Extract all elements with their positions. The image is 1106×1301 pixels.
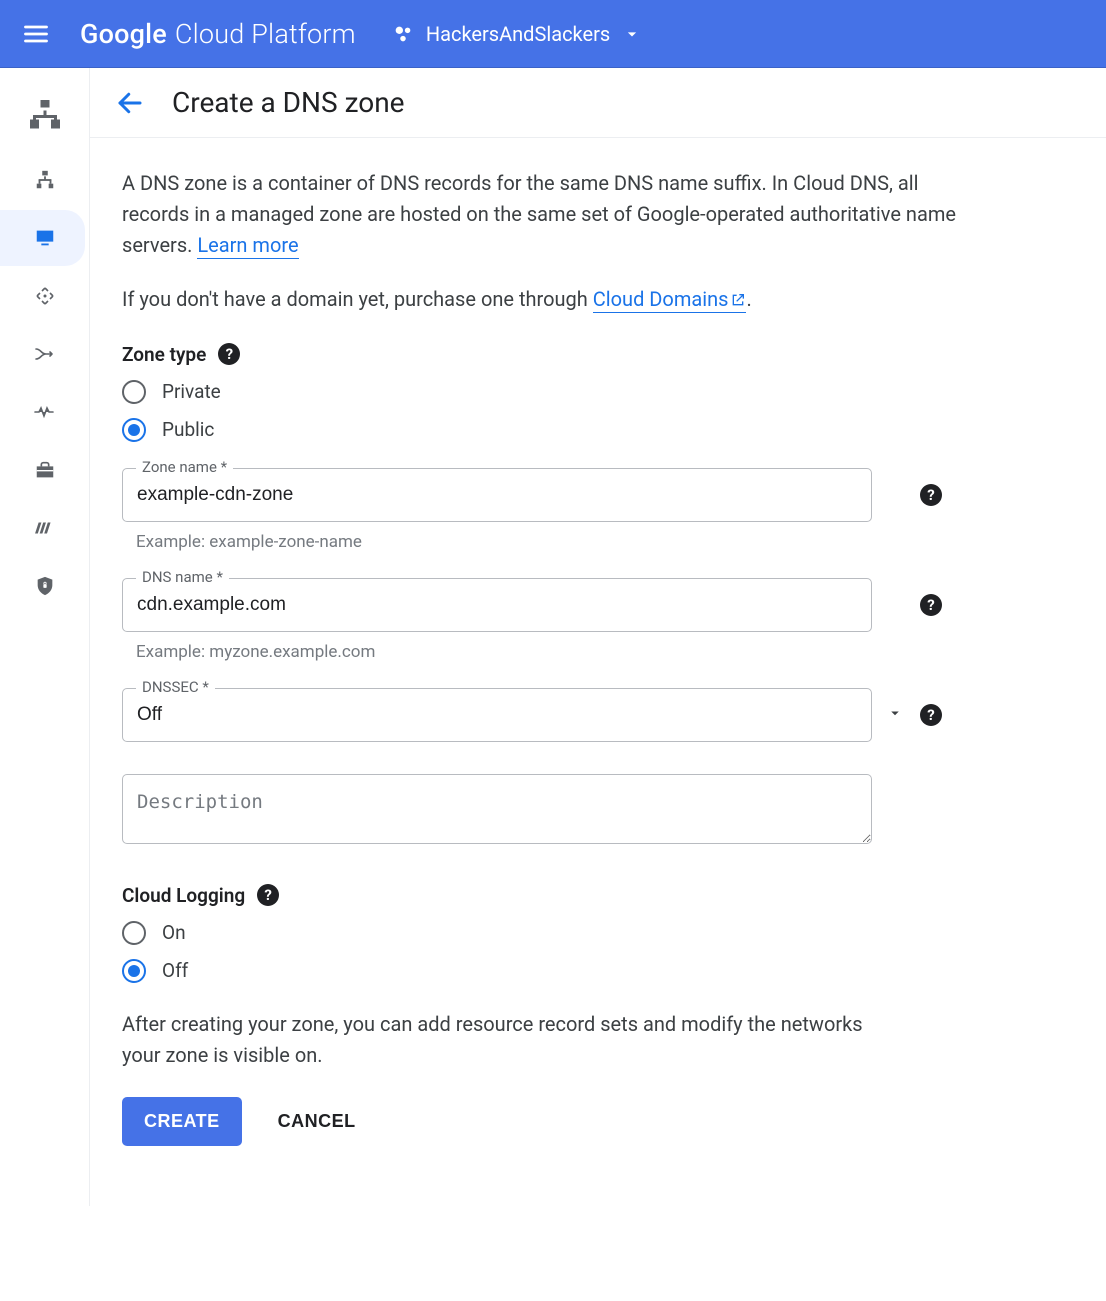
bars-icon	[34, 517, 56, 539]
sidebar-item-merge[interactable]	[5, 326, 85, 382]
sitemap-small-icon	[34, 169, 56, 191]
field-label: DNS name *	[136, 568, 229, 586]
radio-icon	[122, 380, 146, 404]
dnssec-select[interactable]	[122, 688, 872, 742]
cloud-logging-label: Cloud Logging ?	[122, 884, 958, 907]
zone-type-private-radio[interactable]: Private	[122, 380, 958, 404]
help-icon[interactable]: ?	[920, 594, 942, 616]
radio-label: Public	[162, 418, 214, 441]
page-header: Create a DNS zone	[90, 68, 1106, 138]
post-note: After creating your zone, you can add re…	[122, 1009, 872, 1071]
external-link-icon	[730, 289, 746, 313]
dns-name-helper: Example: myzone.example.com	[136, 642, 958, 662]
radio-icon	[122, 959, 146, 983]
zone-name-helper: Example: example-zone-name	[136, 532, 958, 552]
help-icon[interactable]: ?	[920, 704, 942, 726]
cloud-domains-link[interactable]: Cloud Domains	[593, 287, 747, 313]
subintro-post: .	[746, 287, 751, 311]
help-icon[interactable]: ?	[218, 343, 240, 365]
shield-icon	[34, 575, 56, 597]
cancel-button[interactable]: CANCEL	[270, 1097, 364, 1146]
cloud-logging-off-radio[interactable]: Off	[122, 959, 958, 983]
sidebar	[0, 68, 90, 1206]
field-label: DNSSEC *	[136, 678, 215, 696]
learn-more-link[interactable]: Learn more	[197, 233, 298, 259]
actions: CREATE CANCEL	[122, 1097, 958, 1146]
field-label: Zone name *	[136, 458, 233, 476]
page-title: Create a DNS zone	[172, 86, 405, 119]
description-textarea[interactable]	[122, 774, 872, 844]
arrow-left-icon	[115, 88, 145, 118]
chevron-down-icon	[886, 704, 904, 726]
toolbox-icon	[34, 459, 56, 481]
sidebar-item-dns[interactable]	[0, 210, 85, 266]
resistor-icon	[33, 400, 57, 424]
project-name: HackersAndSlackers	[426, 22, 610, 46]
sidebar-item-security[interactable]	[5, 558, 85, 614]
hamburger-menu-button[interactable]	[12, 10, 60, 58]
network-topology-icon	[25, 97, 65, 133]
main: Create a DNS zone A DNS zone is a contai…	[90, 68, 1106, 1206]
gcp-logo[interactable]: Google Cloud Platform	[80, 18, 356, 50]
zone-name-input[interactable]	[122, 468, 872, 522]
radio-label: On	[162, 921, 186, 944]
radio-icon	[122, 418, 146, 442]
chevron-down-icon	[622, 24, 642, 44]
help-icon[interactable]: ?	[920, 484, 942, 506]
dns-name-field-wrap: DNS name * ?	[122, 578, 958, 632]
expand-icon	[33, 284, 57, 308]
logo-rest: Cloud Platform	[175, 18, 356, 50]
sidebar-item-resistor[interactable]	[5, 384, 85, 440]
subintro-text: If you don't have a domain yet, purchase…	[122, 287, 958, 313]
sidebar-item-toolbox[interactable]	[5, 442, 85, 498]
radio-label: Off	[162, 959, 188, 982]
zone-type-public-radio[interactable]: Public	[122, 418, 958, 442]
intro-text: A DNS zone is a container of DNS records…	[122, 168, 958, 261]
sidebar-item-subnetworks[interactable]	[5, 152, 85, 208]
back-button[interactable]	[112, 85, 148, 121]
zone-type-label: Zone type ?	[122, 343, 958, 366]
project-dots-icon	[392, 23, 414, 45]
monitor-icon	[34, 227, 56, 249]
content: A DNS zone is a container of DNS records…	[90, 138, 990, 1146]
merge-icon	[33, 342, 57, 366]
sidebar-item-bars[interactable]	[5, 500, 85, 556]
zone-name-field-wrap: Zone name * ?	[122, 468, 958, 522]
logo-google: Google	[80, 18, 167, 50]
top-nav: Google Cloud Platform HackersAndSlackers	[0, 0, 1106, 68]
help-icon[interactable]: ?	[257, 884, 279, 906]
sidebar-item-expand[interactable]	[5, 268, 85, 324]
dnssec-field-wrap: DNSSEC * ?	[122, 688, 958, 742]
create-button[interactable]: CREATE	[122, 1097, 242, 1146]
project-selector[interactable]: HackersAndSlackers	[392, 22, 642, 46]
menu-icon	[22, 20, 50, 48]
dns-name-input[interactable]	[122, 578, 872, 632]
cloud-logging-on-radio[interactable]: On	[122, 921, 958, 945]
radio-icon	[122, 921, 146, 945]
radio-label: Private	[162, 380, 221, 403]
subintro-pre: If you don't have a domain yet, purchase…	[122, 287, 593, 311]
sidebar-item-network[interactable]	[5, 80, 85, 150]
